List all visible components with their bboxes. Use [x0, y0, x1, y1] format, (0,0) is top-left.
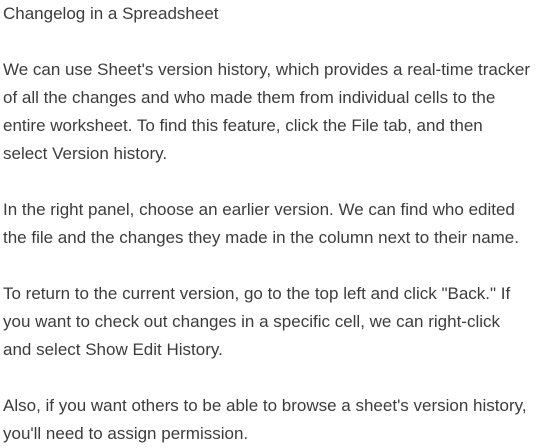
- paragraph-line: the file and the changes they made in th…: [3, 228, 519, 247]
- paragraph-line: you'll need to assign permission.: [3, 424, 249, 443]
- paragraph-line: entire worksheet. To find this feature, …: [3, 116, 483, 135]
- paragraph-line: We can use Sheet's version history, whic…: [3, 60, 530, 79]
- paragraph-line: In the right panel, choose an earlier ve…: [3, 200, 515, 219]
- paragraph-right-panel: In the right panel, choose an earlier ve…: [3, 196, 559, 252]
- paragraph-return-current: To return to the current version, go to …: [3, 280, 559, 364]
- paragraph-line: To return to the current version, go to …: [3, 284, 511, 303]
- paragraph-line: of all the changes and who made them fro…: [3, 88, 496, 107]
- paragraph-version-history: We can use Sheet's version history, whic…: [3, 56, 559, 168]
- paragraph-line: you want to check out changes in a speci…: [3, 312, 501, 331]
- paragraph-line: and select Show Edit History.: [3, 340, 223, 359]
- paragraph-line: Also, if you want others to be able to b…: [3, 396, 527, 415]
- paragraph-permissions: Also, if you want others to be able to b…: [3, 392, 559, 448]
- paragraph-line: select Version history.: [3, 144, 168, 163]
- document-page: Changelog in a Spreadsheet We can use Sh…: [0, 0, 559, 446]
- document-title: Changelog in a Spreadsheet: [3, 4, 219, 23]
